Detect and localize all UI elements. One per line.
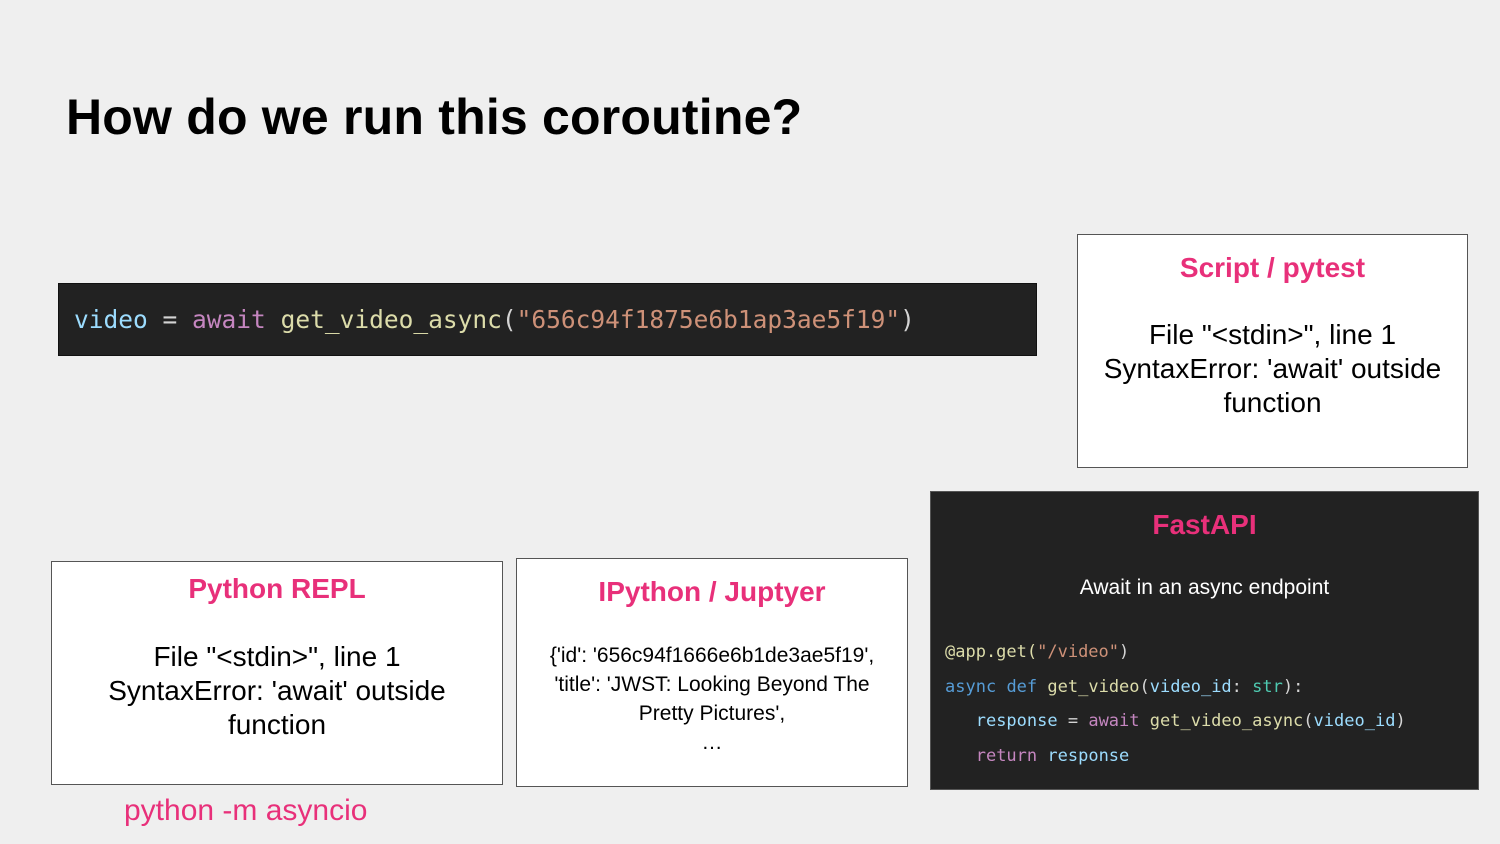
call-fn: get_video_async [1149, 711, 1304, 731]
python-repl-box: Python REPL File "<stdin>", line 1 Synta… [51, 561, 503, 785]
kw-return: return [975, 745, 1038, 766]
script-error-line3: function [1223, 387, 1322, 418]
code-eq: = [147, 305, 193, 334]
fastapi-code-line2: async def get_video(video_id: str): [945, 670, 1406, 705]
paren-open: ( [1139, 676, 1150, 697]
script-box-title: Script / pytest [1179, 252, 1366, 283]
ipython-jupyter-box: IPython / Juptyer {'id': '656c94f1666e6b… [516, 558, 908, 787]
code-arg: "656c94f1875e6b1ap3ae5f19" [516, 305, 901, 334]
call-arg: video_id [1313, 711, 1396, 731]
code-fn: get_video_async [280, 305, 502, 334]
asyncio-caption: python -m asyncio [124, 794, 368, 827]
repl-box-title: Python REPL [188, 573, 366, 604]
assign: = [1057, 711, 1089, 731]
kw-async: async [945, 676, 997, 697]
param-name: video_id [1149, 676, 1232, 697]
ipython-output-line3: Pretty Pictures', [638, 702, 786, 725]
ipython-box-output: {'id': '656c94f1666e6b1de3ae5f19', 'titl… [517, 641, 907, 757]
code-var: video [74, 305, 148, 334]
fastapi-code-line1: @app.get("/video") [945, 635, 1406, 670]
code-snippet: video = await get_video_async("656c94f18… [58, 283, 1037, 356]
kw-def: def [1006, 676, 1038, 697]
script-pytest-box: Script / pytest File "<stdin>", line 1 S… [1077, 234, 1468, 468]
fastapi-box: FastAPI Await in an async endpoint @app.… [930, 491, 1479, 790]
ipython-output-ellipsis: … [701, 731, 723, 754]
response-var: response [975, 711, 1058, 731]
code-paren-close: ) [900, 305, 915, 334]
repl-error-line1: File "<stdin>", line 1 [153, 641, 401, 672]
script-box-error: File "<stdin>", line 1 SyntaxError: 'awa… [1078, 318, 1467, 420]
code-paren-open: ( [501, 305, 517, 334]
ipython-output-line1: {'id': '656c94f1666e6b1de3ae5f19', [549, 644, 875, 667]
colon: : [1231, 676, 1253, 697]
fastapi-subtitle: Await in an async endpoint [1079, 576, 1330, 599]
decorator: @app.get( [945, 642, 1038, 662]
script-error-line2: SyntaxError: 'await' outside [1103, 353, 1442, 384]
decorator-close: ) [1119, 642, 1130, 662]
route-string: "/video" [1037, 642, 1120, 662]
fastapi-code: @app.get("/video") async def get_video(vi… [945, 635, 1406, 773]
fastapi-code-line3: response = await get_video_async(video_i… [945, 704, 1406, 739]
call-close: ) [1395, 711, 1406, 731]
fastapi-code-line4: return response [945, 739, 1406, 774]
ipython-output-line2: 'title': 'JWST: Looking Beyond The [554, 673, 870, 696]
return-var: response [1047, 745, 1130, 766]
ipython-box-title: IPython / Juptyer [598, 576, 826, 607]
type-hint: str [1252, 676, 1283, 697]
repl-error-line3: function [227, 709, 327, 740]
kw-await: await [1088, 711, 1140, 731]
paren-close: ): [1282, 676, 1304, 697]
func-name: get_video [1047, 676, 1140, 697]
slide-title: How do we run this coroutine? [66, 89, 803, 145]
repl-error-line2: SyntaxError: 'await' outside [108, 675, 446, 706]
script-error-line1: File "<stdin>", line 1 [1148, 319, 1397, 350]
fastapi-box-title: FastAPI [1152, 509, 1257, 540]
code-await: await [192, 305, 266, 334]
call-open: ( [1303, 711, 1314, 731]
repl-box-error: File "<stdin>", line 1 SyntaxError: 'awa… [52, 640, 502, 742]
